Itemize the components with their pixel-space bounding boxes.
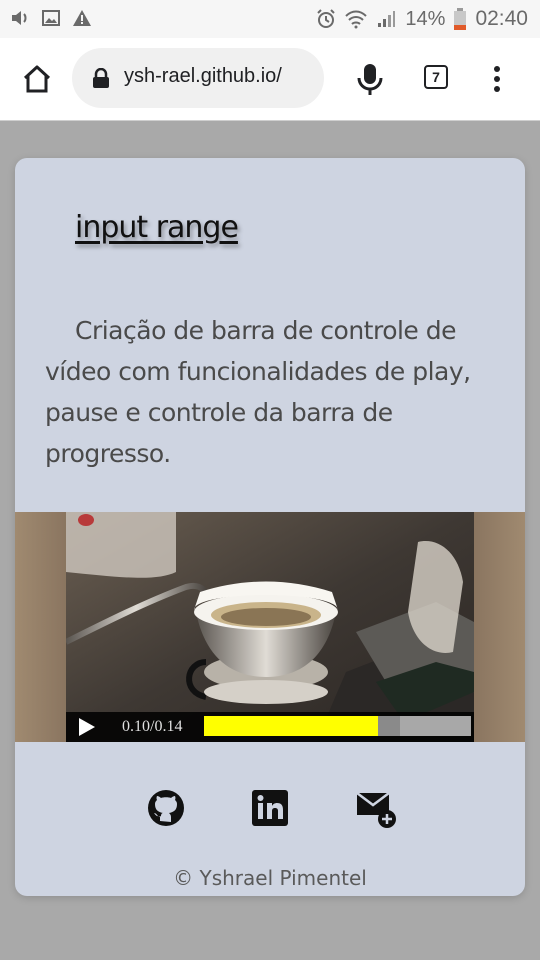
- card-description: Criação de barra de controle de vídeo co…: [45, 316, 471, 468]
- card-title[interactable]: input range: [75, 210, 239, 245]
- progress-fill: [204, 716, 378, 736]
- clock: 02:40: [475, 7, 528, 30]
- volume-icon: [12, 11, 27, 25]
- video-player[interactable]: 0.10/0.14: [66, 512, 474, 742]
- battery-percent: 14%: [405, 7, 446, 30]
- tabs-icon[interactable]: 7: [424, 65, 448, 89]
- menu-dots-icon[interactable]: [490, 64, 504, 94]
- progress-thumb[interactable]: [378, 716, 400, 736]
- browser-toolbar: ysh-rael.github.io/ 7: [0, 38, 540, 121]
- video-controls: 0.10/0.14: [66, 712, 474, 742]
- project-card: input range Criação de barra de controle…: [15, 158, 525, 896]
- address-bar[interactable]: ysh-rael.github.io/: [72, 48, 324, 108]
- video-time: 0.10/0.14: [122, 718, 183, 735]
- copyright-footer: © Yshrael Pimentel: [173, 866, 367, 890]
- github-icon[interactable]: [146, 788, 186, 828]
- video-frame: [66, 512, 474, 742]
- video-section: 0.10/0.14: [15, 512, 525, 742]
- progress-slider[interactable]: [204, 716, 471, 736]
- lock-icon: [93, 68, 109, 88]
- play-icon[interactable]: [78, 717, 96, 737]
- wifi-icon: [345, 10, 368, 29]
- alarm-icon: [317, 9, 336, 28]
- linkedin-icon[interactable]: [250, 788, 290, 828]
- social-links: [15, 788, 525, 838]
- image-icon: [42, 10, 60, 26]
- signal-icon: [378, 11, 396, 27]
- warning-icon: [73, 10, 91, 26]
- status-bar: 14% 02:40: [0, 0, 540, 38]
- home-icon[interactable]: [22, 64, 52, 94]
- battery-icon: [454, 8, 467, 30]
- url-text: ysh-rael.github.io/: [124, 65, 282, 87]
- mic-icon[interactable]: [356, 62, 384, 96]
- email-add-icon[interactable]: [356, 788, 396, 828]
